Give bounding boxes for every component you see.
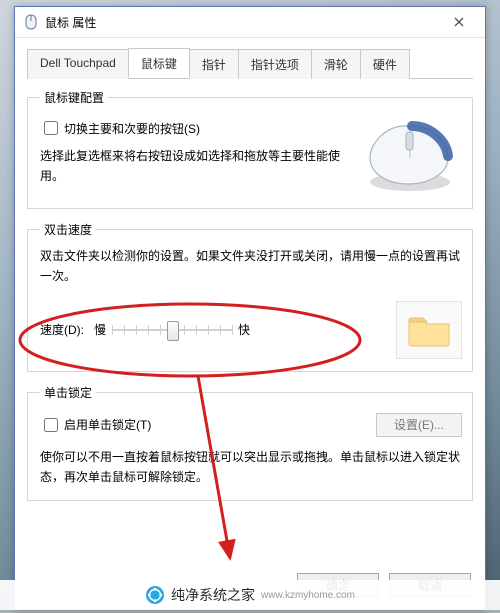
clicklock-checkbox[interactable]	[44, 418, 58, 432]
mouse-properties-window: 鼠标 属性 Dell Touchpad 鼠标键 指针 指针选项 滑轮 硬件 鼠标…	[14, 6, 486, 610]
tab-panel: 鼠标键配置 切换主要和次要的按钮(S) 选择此复选框来将右按钮设成如选择和拖放等…	[27, 79, 473, 501]
window-title: 鼠标 属性	[45, 14, 437, 31]
tab-pointer-options[interactable]: 指针选项	[238, 49, 312, 79]
speed-control: 速度(D): 慢 快	[40, 319, 376, 341]
speed-fast-label: 快	[238, 321, 250, 338]
mouse-icon	[23, 14, 39, 30]
group-legend: 单击锁定	[40, 384, 96, 401]
swap-buttons-note: 选择此复选框来将右按钮设成如选择和拖放等主要性能使用。	[40, 146, 346, 187]
tabstrip: Dell Touchpad 鼠标键 指针 指针选项 滑轮 硬件	[27, 48, 473, 79]
tab-pointers[interactable]: 指针	[189, 49, 239, 79]
clicklock-note: 使你可以不用一直按着鼠标按钮就可以突出显示或拖拽。单击鼠标以进入锁定状态，再次单…	[40, 447, 462, 488]
speed-label: 速度(D):	[40, 321, 84, 338]
group-legend: 双击速度	[40, 221, 96, 238]
double-click-note: 双击文件夹以检测你的设置。如果文件夹没打开或关闭，请用慢一点的设置再试一次。	[40, 246, 462, 287]
speed-slider[interactable]	[112, 319, 232, 341]
tab-label: 硬件	[373, 58, 397, 72]
tab-buttons[interactable]: 鼠标键	[128, 48, 190, 78]
close-button[interactable]	[437, 8, 481, 36]
watermark: 纯净系统之家 www.kzmyhome.com	[0, 580, 500, 610]
clicklock-label[interactable]: 启用单击锁定(T)	[40, 415, 376, 435]
clicklock-settings-button: 设置(E)...	[376, 413, 462, 437]
swap-buttons-checkbox[interactable]	[44, 121, 58, 135]
tab-label: 指针选项	[251, 58, 299, 72]
watermark-domain: www.kzmyhome.com	[261, 590, 355, 601]
clicklock-text: 启用单击锁定(T)	[64, 416, 151, 433]
group-button-config: 鼠标键配置 切换主要和次要的按钮(S) 选择此复选框来将右按钮设成如选择和拖放等…	[27, 89, 473, 209]
tab-label: 鼠标键	[141, 57, 177, 71]
tab-hardware[interactable]: 硬件	[360, 49, 410, 79]
group-double-click: 双击速度 双击文件夹以检测你的设置。如果文件夹没打开或关闭，请用慢一点的设置再试…	[27, 221, 473, 372]
tab-dell-touchpad[interactable]: Dell Touchpad	[27, 49, 129, 79]
tab-wheel[interactable]: 滑轮	[311, 49, 361, 79]
speed-slow-label: 慢	[94, 321, 106, 338]
tab-label: Dell Touchpad	[40, 56, 116, 70]
group-click-lock: 单击锁定 启用单击锁定(T) 设置(E)... 使你可以不用一直按着鼠标按钮就可…	[27, 384, 473, 501]
swap-buttons-label[interactable]: 切换主要和次要的按钮(S)	[40, 118, 200, 138]
watermark-name: 纯净系统之家	[171, 585, 255, 605]
mouse-illustration	[352, 118, 462, 196]
close-icon	[454, 17, 464, 27]
swap-buttons-text: 切换主要和次要的按钮(S)	[64, 120, 200, 137]
test-folder-icon[interactable]	[396, 301, 462, 359]
watermark-logo-icon	[145, 585, 165, 605]
tab-label: 滑轮	[324, 58, 348, 72]
group-legend: 鼠标键配置	[40, 89, 108, 106]
titlebar: 鼠标 属性	[15, 7, 485, 38]
button-label: 设置(E)...	[394, 418, 444, 432]
slider-thumb[interactable]	[167, 321, 179, 341]
tab-label: 指针	[202, 58, 226, 72]
